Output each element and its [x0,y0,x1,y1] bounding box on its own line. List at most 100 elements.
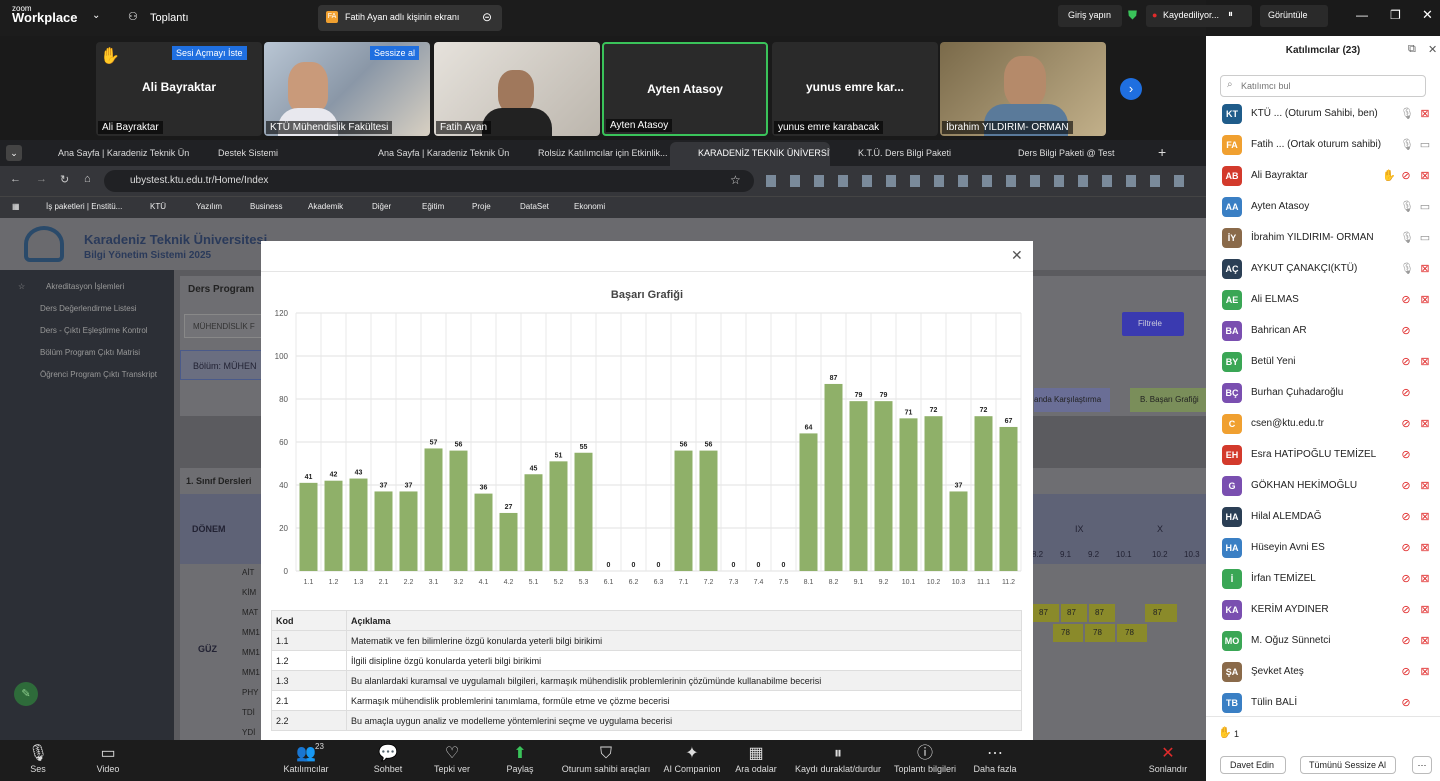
participant-row[interactable]: AÇ AYKUT ÇANAKÇI(KTÜ) 🎙 ⊠ [1206,254,1440,285]
mic-muted-icon[interactable]: ⊘ [1400,603,1412,617]
toolbar-button[interactable]: ⬆ Paylaş [475,740,565,781]
view-button[interactable]: Görüntüle [1260,5,1328,27]
toolbar-button[interactable]: ⋯ Daha fazla [950,740,1040,781]
end-meeting-button[interactable]: ✕ Sonlandır [1123,740,1213,781]
video-off-icon[interactable]: ⊠ [1418,634,1432,648]
home-icon[interactable]: ⌂ [84,173,91,185]
sidebar-item[interactable]: Bölüm Program Çıktı Matrisi [40,348,140,357]
mic-icon[interactable]: 🎙 [1400,138,1414,152]
tab-menu-icon[interactable]: ⌄ [6,145,22,161]
gallery-next-button[interactable]: › [1120,78,1142,100]
participant-row[interactable]: ŞA Şevket Ateş ⊘ ⊠ [1206,657,1440,688]
chart-bar[interactable] [849,401,868,571]
address-bar[interactable]: ubystest.ktu.edu.tr/Home/Index ☆ [104,170,754,192]
video-tile[interactable]: Sessize al KTÜ Mühendislik Fakültesi [264,42,430,136]
video-off-icon[interactable]: ⊠ [1418,603,1432,617]
participant-row[interactable]: AB Ali Bayraktar ✋ ⊘ ⊠ [1206,161,1440,192]
video-icon[interactable]: ▭ [1418,231,1432,245]
chevron-down-icon[interactable]: ⌄ [92,10,100,21]
mic-muted-icon[interactable]: ⊘ [1400,510,1412,524]
department-select[interactable]: Bölüm: MÜHEN [180,350,264,380]
mic-muted-icon[interactable]: ⊘ [1400,696,1412,710]
mic-icon[interactable]: 🎙 [1400,231,1414,245]
video-off-icon[interactable]: ⊠ [1418,262,1432,276]
video-tile-active-speaker[interactable]: Ayten Atasoy Ayten Atasoy [602,42,768,136]
video-tile[interactable]: ✋ Sesi Açmayı İste Ali Bayraktar Ali Bay… [96,42,262,136]
chart-bar[interactable] [974,416,993,571]
chart-bar[interactable] [549,461,568,571]
mic-icon[interactable]: 🎙 [1400,200,1414,214]
chart-bar[interactable] [424,448,443,571]
mic-muted-icon[interactable]: ⊘ [1400,665,1412,679]
toolbar-button[interactable]: 👥 Katılımcılar 23 [261,740,351,781]
compare-button[interactable]: anda Karşılaştırma [1034,388,1110,412]
filter-button[interactable]: Filtrele [1122,312,1184,336]
chart-bar[interactable] [499,512,518,571]
bookmark[interactable]: İş paketleri | Enstitü... [46,202,122,211]
video-off-icon[interactable]: ⊠ [1418,572,1432,586]
bookmark[interactable]: DataSet [520,202,549,211]
video-icon[interactable]: ▭ [1418,200,1432,214]
video-off-icon[interactable]: ⊠ [1418,541,1432,555]
sidebar-item[interactable]: Öğrenci Program Çıktı Transkript [40,370,157,379]
chart-bar[interactable] [999,426,1018,571]
chart-bar[interactable] [349,478,368,571]
pause-icon[interactable]: ⏸ [1228,9,1233,20]
bookmark[interactable]: Proje [472,202,491,211]
apps-icon[interactable]: ▦ [12,202,20,211]
reload-icon[interactable]: ↻ [60,173,69,186]
more-options-icon[interactable]: ⋯ [1412,756,1432,774]
browser-tab[interactable]: Destek Sistemi [190,142,350,166]
participant-row[interactable]: FA Fatih ... (Ortak oturum sahibi) 🎙 ▭ [1206,130,1440,161]
browser-tab-active[interactable]: KARADENİZ TEKNİK ÜNİVERSİTESİ [670,142,830,166]
share-banner[interactable]: FA Fatih Ayan adlı kişinin ekranı ⊝ [318,5,502,31]
toolbar-button[interactable]: ▭ Video [63,740,153,781]
video-tile[interactable]: İbrahim YILDIRIM- ORMAN [940,42,1106,136]
search-input[interactable] [1241,78,1421,94]
video-off-icon[interactable]: ⊠ [1418,355,1432,369]
back-icon[interactable]: ← [10,173,21,185]
participant-row[interactable]: İ İrfan TEMİZEL ⊘ ⊠ [1206,564,1440,595]
video-tile[interactable]: Fatih Ayan [434,42,600,136]
video-off-icon[interactable]: ⊠ [1418,169,1432,183]
chart-bar[interactable] [799,433,818,571]
bookmark[interactable]: Business [250,202,282,211]
sidebar-item[interactable]: Ders Değerlendirme Listesi [40,304,136,313]
video-off-icon[interactable]: ⊠ [1418,479,1432,493]
chart-bar[interactable] [699,450,718,571]
chart-bar[interactable] [899,418,918,571]
mic-muted-icon[interactable]: ⊘ [1400,355,1412,369]
bookmark-star-icon[interactable]: ☆ [730,173,741,187]
participant-row[interactable]: G GÖKHAN HEKİMOĞLU ⊘ ⊠ [1206,471,1440,502]
maximize-icon[interactable]: ❐ [1390,8,1401,22]
faculty-select[interactable]: MÜHENDİSLİK F [184,314,264,338]
browser-tab[interactable]: K.T.Ü. Ders Bilgi Paketi [830,142,990,166]
video-off-icon[interactable]: ⊠ [1418,665,1432,679]
mic-icon[interactable]: 🎙 [1400,262,1414,276]
participant-row[interactable]: AE Ali ELMAS ⊘ ⊠ [1206,285,1440,316]
mic-muted-icon[interactable]: ⊘ [1400,386,1412,400]
mute-button[interactable]: Sessize al [370,46,420,60]
bookmark[interactable]: Diğer [372,202,391,211]
video-off-icon[interactable]: ⊠ [1418,293,1432,307]
chart-bar[interactable] [924,416,943,571]
video-off-icon[interactable]: ⊠ [1418,107,1432,121]
bookmark[interactable]: Eğitim [422,202,444,211]
participant-row[interactable]: KA KERİM AYDINER ⊘ ⊠ [1206,595,1440,626]
extension-icons[interactable] [766,175,1186,187]
recording-indicator[interactable]: ● Kaydediliyor... ⏸ [1146,5,1252,27]
graph-button[interactable]: B. Başarı Grafiği [1130,388,1206,412]
chart-bar[interactable] [524,474,543,571]
participant-row[interactable]: AA Ayten Atasoy 🎙 ▭ [1206,192,1440,223]
chart-bar[interactable] [474,493,493,571]
close-icon[interactable]: ✕ [1428,43,1437,56]
mic-muted-icon[interactable]: ⊘ [1400,324,1412,338]
popout-icon[interactable]: ⧉ [1408,43,1416,56]
mute-all-button[interactable]: Tümünü Sessize Al [1300,756,1396,774]
minimize-icon[interactable]: — [1356,8,1368,22]
signin-button[interactable]: Giriş yapın [1058,5,1122,27]
toolbar-button[interactable]: ⏸ Kaydı duraklat/durdur [793,740,883,781]
more-icon[interactable]: ⊝ [482,10,492,24]
video-tile[interactable]: yunus emre kar... yunus emre karabacak [772,42,938,136]
participant-row[interactable]: BÇ Burhan Çuhadaroğlu ⊘ [1206,378,1440,409]
